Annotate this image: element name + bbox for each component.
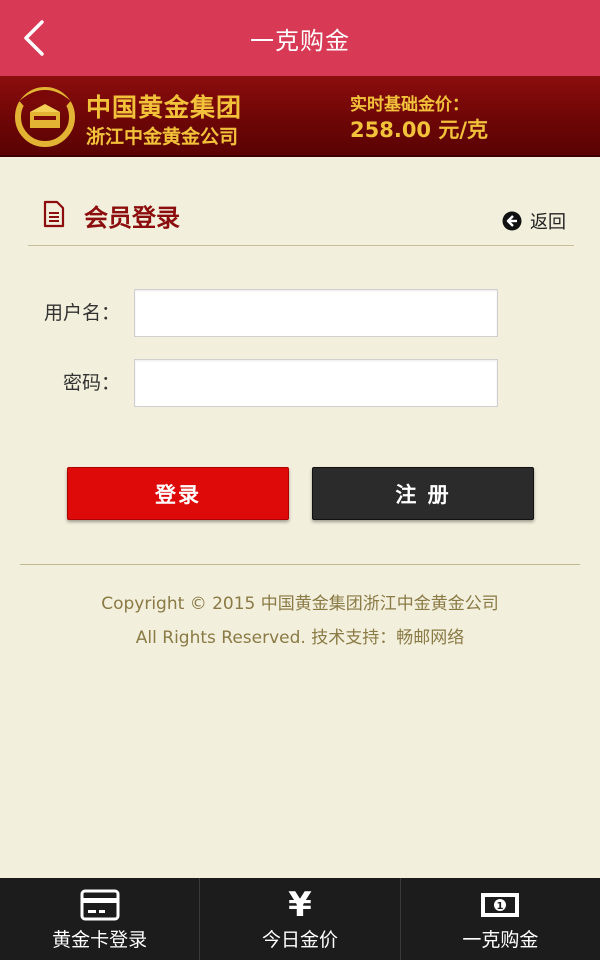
brand-header: 中国黄金集团 浙江中金黄金公司 实时基础金价： 258.00 元/克 bbox=[0, 76, 600, 157]
gold-price-value: 258.00 元/克 bbox=[350, 118, 489, 142]
username-label: 用户名： bbox=[43, 302, 120, 324]
divider bbox=[20, 564, 580, 565]
document-icon bbox=[43, 200, 65, 228]
svg-text:1: 1 bbox=[497, 901, 504, 912]
app-title: 一克购金 bbox=[250, 26, 350, 55]
nav-label: 今日金价 bbox=[261, 928, 338, 951]
copyright-line: Copyright © 2015 中国黄金集团浙江中金黄金公司 bbox=[101, 594, 499, 614]
chevron-left-icon bbox=[24, 20, 44, 56]
login-button[interactable]: 登录 bbox=[67, 467, 289, 520]
gold-price-label: 实时基础金价： bbox=[350, 95, 469, 115]
company-subname: 浙江中金黄金公司 bbox=[86, 126, 239, 148]
nav-today-gold-price[interactable]: ¥ 今日金价 bbox=[200, 878, 401, 960]
password-label: 密码： bbox=[62, 372, 120, 394]
yen-icon: ¥ bbox=[288, 884, 312, 925]
bottom-nav: 黄金卡登录 ¥ 今日金价 1 一克购金 bbox=[0, 878, 600, 960]
hamburger-menu-button[interactable] bbox=[548, 104, 582, 134]
return-link[interactable]: 返回 bbox=[502, 208, 566, 234]
company-logo bbox=[15, 87, 75, 147]
app-bar: 一克购金 bbox=[0, 0, 600, 76]
nav-label: 黄金卡登录 bbox=[52, 928, 148, 951]
register-button[interactable]: 注 册 bbox=[312, 467, 534, 520]
card-icon bbox=[80, 889, 120, 920]
nav-label: 一克购金 bbox=[462, 928, 539, 951]
circle-arrow-left-icon bbox=[502, 211, 522, 231]
nav-gold-card-login[interactable]: 黄金卡登录 bbox=[0, 878, 201, 960]
password-input[interactable] bbox=[134, 359, 498, 407]
company-name: 中国黄金集团 bbox=[86, 93, 243, 122]
back-button[interactable] bbox=[14, 18, 54, 58]
rights-line: All Rights Reserved. 技术支持：畅邮网络 bbox=[135, 628, 465, 648]
login-title: 会员登录 bbox=[84, 204, 180, 232]
username-input[interactable] bbox=[134, 289, 498, 337]
login-section-header: 会员登录 返回 bbox=[28, 190, 574, 246]
return-label: 返回 bbox=[530, 212, 566, 233]
nav-one-gram-gold[interactable]: 1 一克购金 bbox=[401, 878, 600, 960]
banknote-icon: 1 bbox=[481, 892, 520, 917]
